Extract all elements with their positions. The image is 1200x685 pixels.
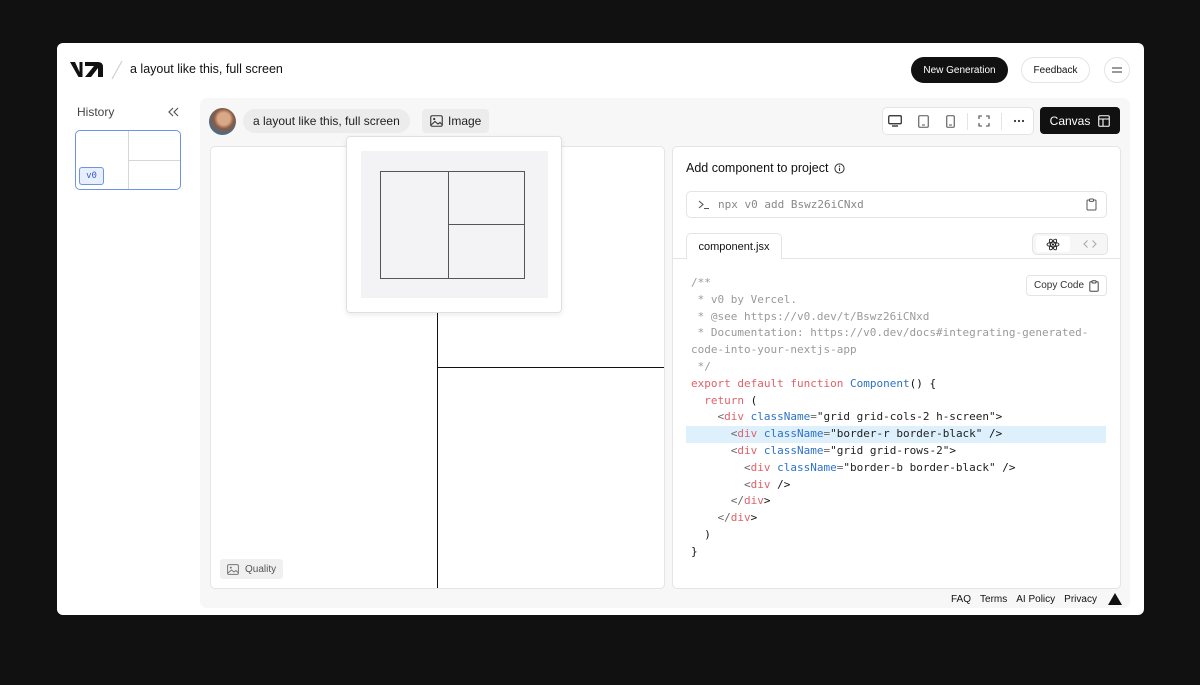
copy-code-button[interactable]: Copy Code bbox=[1026, 275, 1107, 296]
footer-links: FAQ Terms AI Policy Privacy bbox=[951, 593, 1122, 605]
vercel-logo-icon[interactable] bbox=[1107, 593, 1122, 605]
history-item[interactable]: v0 bbox=[75, 130, 181, 190]
code-line: </div> bbox=[717, 511, 758, 525]
code-brackets-icon bbox=[1083, 240, 1097, 248]
device-toolbar bbox=[882, 107, 1034, 135]
wireframe-sketch bbox=[380, 171, 525, 279]
fullscreen-button[interactable] bbox=[976, 113, 992, 129]
history-heading: History bbox=[77, 105, 115, 119]
add-component-heading: Add component to project bbox=[686, 161, 846, 175]
more-options-button[interactable] bbox=[1011, 113, 1027, 129]
reference-image bbox=[361, 151, 548, 298]
footer-link-ai-policy[interactable]: AI Policy bbox=[1016, 594, 1055, 605]
code-line: <div className="border-b border-black" /… bbox=[743, 460, 1016, 474]
add-component-title: Add component to project bbox=[686, 161, 829, 175]
canvas-button[interactable]: Canvas bbox=[1040, 107, 1120, 134]
tablet-view-button[interactable] bbox=[915, 113, 931, 129]
toolbar-divider bbox=[1001, 113, 1002, 130]
footer-link-terms[interactable]: Terms bbox=[980, 594, 1007, 605]
version-badge: v0 bbox=[79, 167, 104, 185]
clipboard-icon bbox=[1089, 279, 1099, 292]
image-attachment[interactable]: Image bbox=[422, 109, 490, 133]
image-preview-popover bbox=[346, 136, 562, 313]
footer-link-faq[interactable]: FAQ bbox=[951, 594, 971, 605]
breadcrumb-separator bbox=[111, 60, 123, 80]
code-line-highlighted: <div className="border-r border-black" /… bbox=[686, 426, 1106, 443]
menu-button[interactable] bbox=[1104, 57, 1130, 83]
thumbnail-divider bbox=[128, 160, 180, 161]
code-block[interactable]: /** * v0 by Vercel. * @see https://v0.de… bbox=[673, 275, 1120, 561]
canvas-button-label: Canvas bbox=[1049, 113, 1091, 128]
preview-border-bottom bbox=[437, 367, 664, 368]
code-panel: Add component to project npx v0 add Bswz… bbox=[672, 146, 1121, 589]
quality-label: Quality bbox=[245, 563, 277, 575]
image-icon bbox=[430, 115, 443, 127]
code-line: <div className="grid grid-rows-2"> bbox=[730, 443, 956, 457]
code-line: } bbox=[691, 544, 698, 558]
mobile-icon bbox=[945, 114, 955, 128]
terminal-icon bbox=[698, 200, 709, 210]
avatar[interactable] bbox=[209, 108, 236, 135]
v0-logo[interactable] bbox=[70, 61, 104, 78]
quality-button[interactable]: Quality bbox=[220, 559, 284, 579]
fullscreen-icon bbox=[978, 115, 990, 127]
image-attachment-label: Image bbox=[448, 114, 482, 128]
install-command[interactable]: npx v0 add Bswz26iCNxd bbox=[718, 198, 864, 211]
double-chevron-left-icon[interactable] bbox=[167, 105, 179, 119]
install-command-box: npx v0 add Bswz26iCNxd bbox=[686, 191, 1107, 218]
app-window: a layout like this, full screen New Gene… bbox=[57, 43, 1144, 615]
tab-component-jsx[interactable]: component.jsx bbox=[686, 233, 782, 259]
code-line: ) bbox=[691, 527, 711, 541]
feedback-button[interactable]: Feedback bbox=[1021, 57, 1090, 83]
code-line: * @see https://v0.dev/t/Bswz26iCNxd bbox=[691, 309, 930, 323]
project-title: a layout like this, full screen bbox=[130, 62, 283, 76]
clipboard-icon[interactable] bbox=[1086, 198, 1097, 211]
hamburger-icon bbox=[1112, 67, 1122, 73]
react-icon bbox=[1046, 238, 1060, 250]
footer-link-privacy[interactable]: Privacy bbox=[1064, 594, 1097, 605]
tablet-icon bbox=[917, 114, 929, 128]
code-mode-button[interactable] bbox=[1075, 236, 1105, 252]
view-toggle bbox=[1032, 233, 1108, 255]
code-line: <div /> bbox=[743, 477, 791, 491]
copy-code-label: Copy Code bbox=[1033, 280, 1085, 291]
prompt-message: a layout like this, full screen bbox=[243, 109, 410, 133]
main-area: a layout like this, full screen Image Ca… bbox=[200, 98, 1130, 608]
toolbar-divider bbox=[967, 113, 968, 130]
desktop-icon bbox=[888, 115, 902, 127]
code-line: <div className="grid grid-cols-2 h-scree… bbox=[717, 410, 1003, 424]
mobile-view-button[interactable] bbox=[942, 113, 958, 129]
more-horizontal-icon bbox=[1013, 119, 1025, 123]
code-line: code-into-your-nextjs-app bbox=[691, 343, 857, 357]
new-generation-button[interactable]: New Generation bbox=[911, 57, 1008, 83]
code-line: */ bbox=[691, 359, 711, 373]
code-line: export default function Component() { bbox=[691, 376, 937, 390]
image-icon bbox=[227, 563, 239, 575]
code-line: return ( bbox=[704, 393, 758, 407]
preview-mode-button[interactable] bbox=[1036, 236, 1070, 252]
info-icon[interactable] bbox=[834, 162, 846, 174]
code-line: * Documentation: https://v0.dev/docs#int… bbox=[691, 326, 1089, 340]
panel-layout-icon bbox=[1098, 114, 1111, 127]
desktop-view-button[interactable] bbox=[887, 113, 903, 129]
code-line: </div> bbox=[730, 494, 771, 508]
